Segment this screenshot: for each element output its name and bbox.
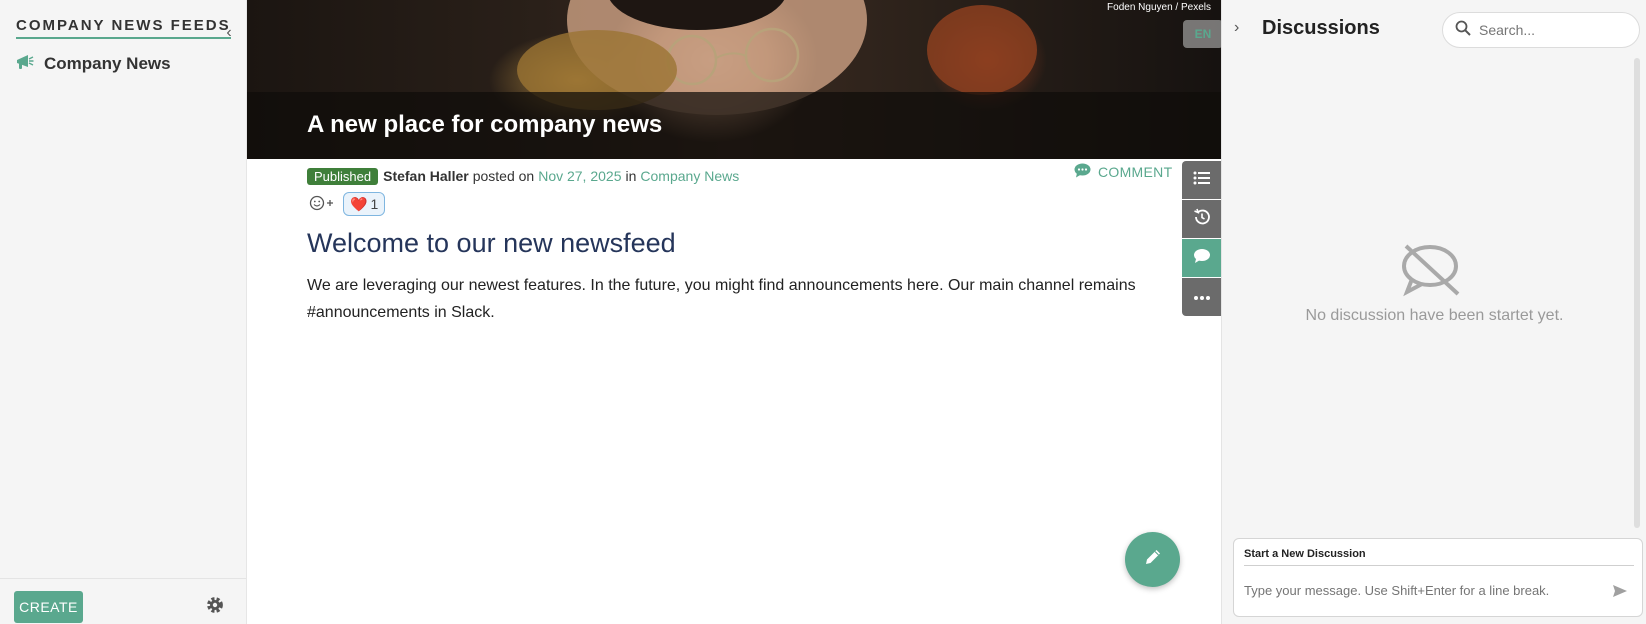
history-button[interactable] bbox=[1182, 200, 1221, 238]
divider bbox=[1244, 565, 1634, 566]
post-date-link[interactable]: Nov 27, 2025 bbox=[538, 168, 621, 184]
comment-icon bbox=[1193, 248, 1211, 269]
sidebar-footer: CREATE bbox=[0, 578, 246, 624]
discussions-panel: › Discussions No discussion have been st… bbox=[1221, 0, 1646, 624]
megaphone-icon bbox=[16, 54, 34, 75]
edit-button[interactable] bbox=[1125, 532, 1180, 587]
new-discussion-box: Start a New Discussion bbox=[1233, 538, 1643, 617]
article-meta: Published Stefan Haller posted on Nov 27… bbox=[307, 167, 743, 185]
article-toolbar bbox=[1182, 161, 1221, 317]
discussion-search[interactable] bbox=[1442, 12, 1640, 48]
history-icon bbox=[1193, 208, 1211, 231]
collapse-discussions-chevron-icon[interactable]: › bbox=[1234, 18, 1248, 38]
comment-button[interactable]: COMMENT bbox=[1074, 163, 1172, 181]
heart-reaction-button[interactable]: ❤️ 1 bbox=[343, 192, 386, 216]
discussions-title: Discussions bbox=[1262, 17, 1380, 39]
no-discussions-icon bbox=[1400, 242, 1464, 303]
posted-on-text: posted on bbox=[472, 168, 535, 184]
heart-emoji: ❤️ bbox=[350, 195, 368, 212]
discussions-toggle-button[interactable] bbox=[1182, 239, 1221, 277]
in-text: in bbox=[625, 168, 637, 184]
left-sidebar: COMPANY NEWS FEEDS ‹ Company News CREATE bbox=[0, 0, 247, 624]
comment-label: COMMENT bbox=[1098, 164, 1173, 180]
article-body: We are leveraging our newest features. I… bbox=[307, 277, 1136, 321]
smiley-plus-icon bbox=[309, 195, 335, 214]
comment-icon bbox=[1074, 163, 1091, 181]
article-heading: Welcome to our new newsfeed bbox=[307, 228, 676, 258]
new-discussion-title: Start a New Discussion bbox=[1244, 548, 1366, 560]
sidebar-item-label: Company News bbox=[44, 54, 171, 73]
feeds-title: COMPANY NEWS FEEDS bbox=[16, 17, 231, 39]
new-discussion-input[interactable] bbox=[1244, 583, 1604, 598]
collapse-sidebar-chevron-icon[interactable]: ‹ bbox=[222, 24, 236, 42]
status-badge: Published bbox=[307, 167, 379, 185]
add-reaction-button[interactable] bbox=[307, 192, 337, 216]
language-badge[interactable]: EN bbox=[1183, 20, 1221, 48]
create-button[interactable]: CREATE bbox=[14, 591, 83, 623]
page-title: A new place for company news bbox=[307, 111, 663, 138]
list-icon bbox=[1193, 170, 1211, 191]
sidebar-item-company-news[interactable]: Company News bbox=[16, 52, 171, 76]
send-icon[interactable] bbox=[1612, 584, 1628, 603]
author-name[interactable]: Stefan Haller bbox=[383, 168, 469, 184]
hero-image: A new place for company news Foden Nguye… bbox=[247, 0, 1221, 159]
photo-credit: Foden Nguyen / Pexels bbox=[1107, 2, 1211, 13]
search-icon bbox=[1455, 20, 1471, 41]
reaction-count: 1 bbox=[370, 196, 379, 212]
empty-state-text: No discussion have been startet yet. bbox=[1305, 307, 1564, 324]
ellipsis-icon bbox=[1193, 288, 1211, 306]
more-options-button[interactable] bbox=[1182, 278, 1221, 316]
gear-icon[interactable] bbox=[205, 595, 225, 615]
channel-link[interactable]: Company News bbox=[640, 168, 739, 184]
pencil-icon bbox=[1143, 547, 1163, 572]
reactions-bar: ❤️ 1 bbox=[307, 192, 386, 216]
discussions-scrollbar[interactable] bbox=[1634, 58, 1640, 528]
search-input[interactable] bbox=[1479, 22, 1629, 38]
table-of-contents-button[interactable] bbox=[1182, 161, 1221, 199]
